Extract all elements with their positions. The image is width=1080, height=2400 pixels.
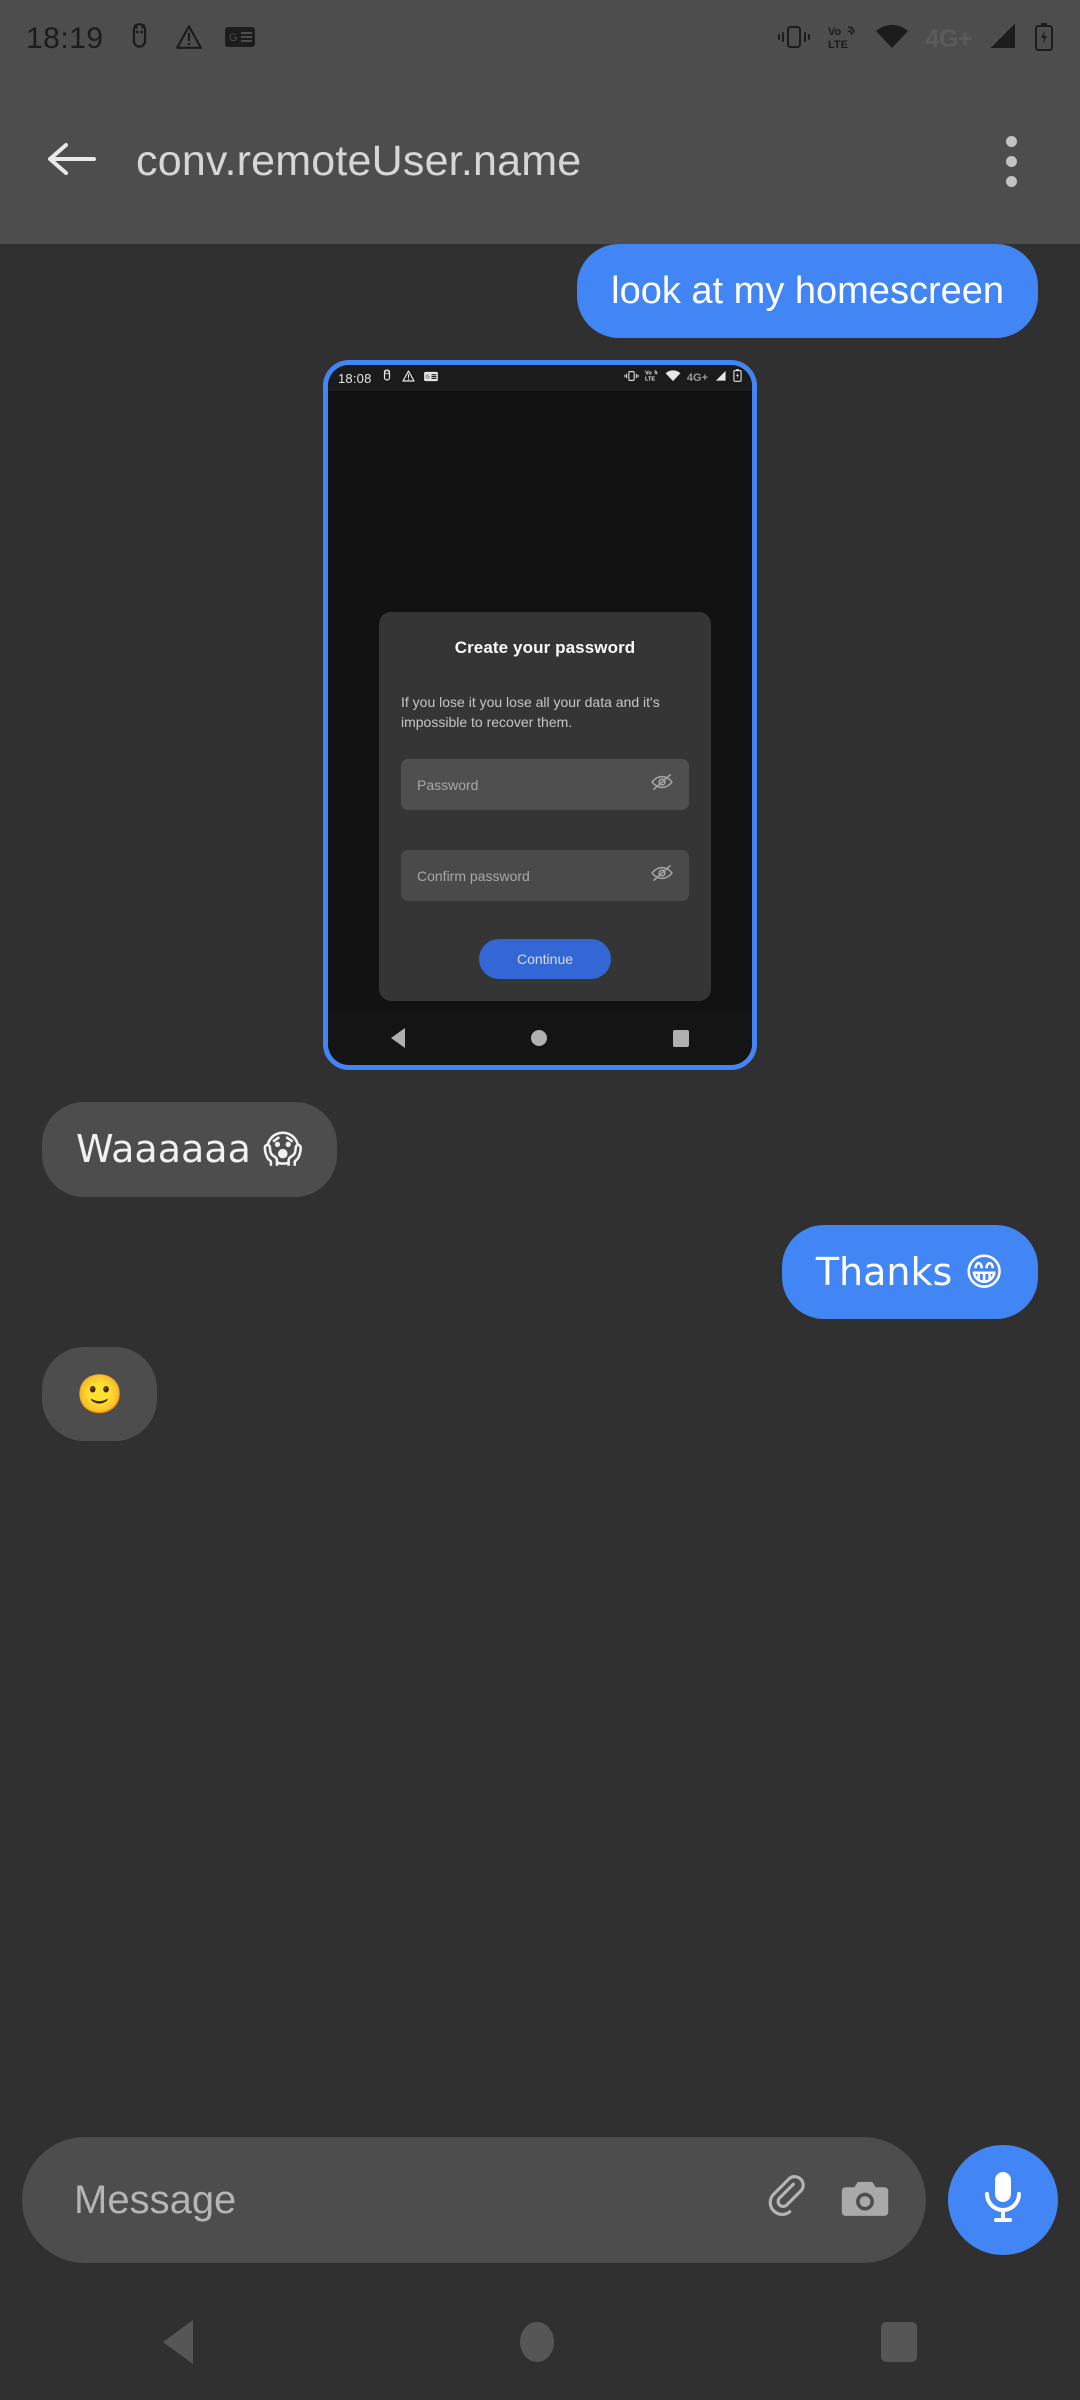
continue-button[interactable]: Continue xyxy=(478,939,612,980)
nav-home-circle-icon[interactable] xyxy=(519,2322,554,2362)
more-vertical-icon xyxy=(1005,135,1017,147)
paperclip-icon[interactable] xyxy=(762,2174,810,2227)
nav-back-triangle-icon[interactable] xyxy=(391,1028,405,1049)
embedded-status-clock: 18:08 xyxy=(338,370,372,386)
message-bubble-outgoing[interactable]: Thanks 😁 xyxy=(781,1224,1038,1320)
news-card-icon: G xyxy=(423,369,438,387)
android-debug-icon xyxy=(126,22,153,56)
overflow-menu-button[interactable] xyxy=(976,120,1046,202)
dialog-actions: Continue xyxy=(401,939,689,980)
warning-triangle-icon xyxy=(175,24,203,55)
nav-back-triangle-icon[interactable] xyxy=(163,2320,194,2364)
embedded-status-left: 18:08 G xyxy=(338,369,438,387)
status-bar-left: 18:19 G xyxy=(26,22,255,56)
message-row: look at my homescreen xyxy=(0,244,1080,339)
volte-icon: Vo LTE xyxy=(645,369,659,387)
svg-text:Vo: Vo xyxy=(828,26,842,38)
page-title: conv.remoteUser.name xyxy=(136,136,582,185)
screenshot-attachment[interactable]: 18:08 G Vo LTE 4G+ Create your password … xyxy=(323,360,757,1071)
message-input-placeholder: Message xyxy=(74,2177,237,2222)
svg-text:LTE: LTE xyxy=(828,39,848,51)
eye-off-icon[interactable] xyxy=(651,773,673,796)
news-card-icon: G xyxy=(224,25,255,54)
more-vertical-icon xyxy=(1005,175,1017,187)
mic-button[interactable] xyxy=(948,2145,1058,2255)
message-row-partial: 🙂 xyxy=(0,1347,1080,1442)
message-input[interactable]: Message xyxy=(22,2137,926,2263)
message-row: Thanks 😁 xyxy=(0,1224,1080,1320)
network-type-label: 4G+ xyxy=(686,372,708,385)
message-bubble-incoming-cutoff[interactable]: 🙂 xyxy=(42,1347,158,1442)
embedded-status-right: Vo LTE 4G+ xyxy=(624,369,742,387)
back-button[interactable] xyxy=(34,124,108,198)
chat-screen: 18:19 G Vo LTE 4G+ conv.remoteUser.name … xyxy=(0,0,1080,2400)
volte-icon: Vo LTE xyxy=(828,23,858,56)
create-password-dialog: Create your password If you lose it you … xyxy=(379,612,711,1002)
message-composer: Message xyxy=(0,2116,1080,2284)
signal-icon xyxy=(989,23,1017,55)
network-type-label: 4G+ xyxy=(925,24,973,53)
microphone-icon xyxy=(979,2168,1027,2233)
wifi-icon xyxy=(875,24,909,55)
battery-charging-icon xyxy=(1034,22,1054,56)
confirm-password-placeholder: Confirm password xyxy=(417,867,530,884)
confirm-password-field[interactable]: Confirm password xyxy=(401,850,689,902)
svg-text:G: G xyxy=(425,375,429,381)
more-vertical-icon xyxy=(1005,155,1017,167)
status-bar-clock: 18:19 xyxy=(26,22,104,55)
dialog-body-text: If you lose it you lose all your data an… xyxy=(401,694,660,731)
camera-icon[interactable] xyxy=(840,2176,890,2225)
nav-recents-square-icon[interactable] xyxy=(880,2322,917,2362)
svg-text:G: G xyxy=(229,32,238,44)
android-debug-icon xyxy=(381,369,393,387)
arrow-back-icon xyxy=(46,137,96,186)
message-row: 18:08 G Vo LTE 4G+ Create your password … xyxy=(0,338,1080,1071)
nav-recents-square-icon[interactable] xyxy=(673,1029,689,1047)
message-bubble-outgoing[interactable]: look at my homescreen xyxy=(577,244,1038,339)
vibrate-icon xyxy=(777,24,811,55)
dialog-title: Create your password xyxy=(454,638,636,658)
message-list[interactable]: look at my homescreen 18:08 G Vo LTE 4G+… xyxy=(0,244,1080,2134)
message-row: Waaaaaa 😱 xyxy=(0,1102,1080,1197)
app-bar: conv.remoteUser.name xyxy=(0,78,1080,244)
password-field[interactable]: Password xyxy=(401,759,689,811)
embedded-status-bar: 18:08 G Vo LTE 4G+ xyxy=(328,365,752,392)
system-nav-bar xyxy=(0,2284,1080,2400)
vibrate-icon xyxy=(624,369,639,387)
message-bubble-incoming[interactable]: Waaaaaa 😱 xyxy=(42,1102,337,1197)
eye-off-icon[interactable] xyxy=(651,864,673,887)
svg-text:LTE: LTE xyxy=(645,377,655,382)
svg-text:Vo: Vo xyxy=(645,371,652,377)
wifi-icon xyxy=(665,369,681,387)
battery-charging-icon xyxy=(733,369,742,387)
password-placeholder: Password xyxy=(417,776,479,793)
status-bar: 18:19 G Vo LTE 4G+ xyxy=(0,0,1080,78)
nav-home-circle-icon[interactable] xyxy=(531,1030,547,1047)
status-bar-right: Vo LTE 4G+ xyxy=(777,22,1054,56)
embedded-nav-bar xyxy=(328,1011,752,1066)
warning-triangle-icon xyxy=(401,369,415,387)
signal-icon xyxy=(714,369,727,387)
